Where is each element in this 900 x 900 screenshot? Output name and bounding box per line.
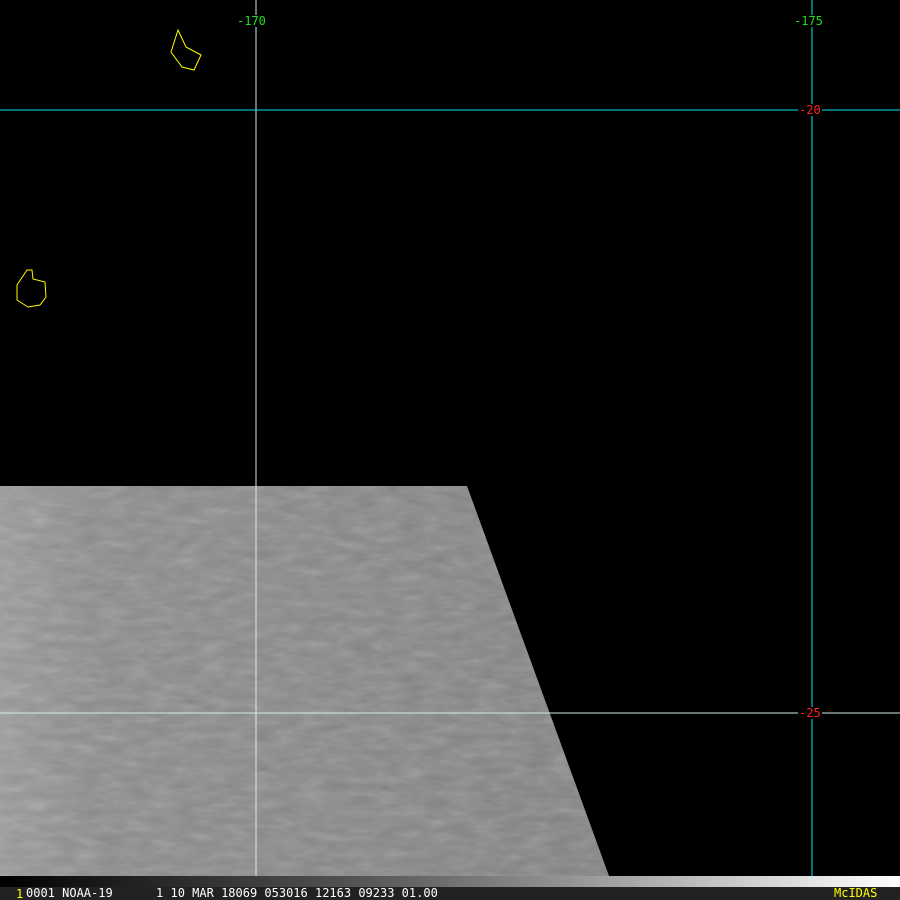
latitude-label: -25: [798, 706, 822, 720]
island-coastline: [170, 28, 202, 71]
longitude-label: -170: [236, 14, 267, 28]
latitude-label: -20: [798, 103, 822, 117]
status-bar: 1 0001 NOAA-19 1 10 MAR 18069 053016 121…: [0, 887, 900, 900]
longitude-label: -175: [793, 14, 824, 28]
map-canvas: [0, 0, 900, 876]
mcidas-brand: McIDAS: [834, 886, 878, 900]
frame-number: 1: [16, 887, 24, 900]
satellite-image-viewer: -170 -175 -20 -25 1 0001 NOAA-19 1 10 MA…: [0, 0, 900, 900]
image-metadata: 0001 NOAA-19 1 10 MAR 18069 053016 12163…: [26, 886, 438, 900]
cloud-texture: [0, 486, 609, 876]
island-coastline: [16, 269, 47, 308]
